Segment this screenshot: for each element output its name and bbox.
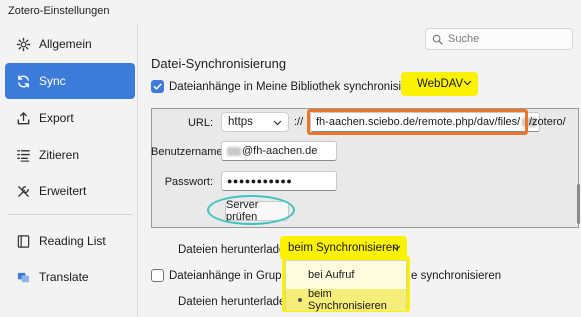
sidebar-item-translate[interactable]: Translate [5,260,135,294]
sidebar-item-export[interactable]: Export [5,101,135,135]
download-options-popup: bei Aufruf beim Synchronisieren [282,256,410,312]
annotation-highlight-verify [207,195,295,225]
sidebar-item-allgemein[interactable]: Allgemein [5,27,135,61]
export-icon [15,110,31,126]
download-option-on-demand[interactable]: bei Aufruf [286,264,406,286]
sidebar-item-label: Sync [39,74,66,88]
annotation-highlight-url [307,109,528,135]
sync-attachments-checkbox[interactable] [151,80,164,93]
window-title: Zotero-Einstellungen [8,5,110,17]
sidebar-item-erweitert[interactable]: Erweitert [5,174,135,208]
gear-icon [15,36,31,52]
groups-sync-label-end: e synchronisieren [411,270,502,282]
url-value-suffix: /zotero/ [529,116,566,128]
username-value: @fh-aachen.de [242,145,318,157]
sidebar-item-label: Reading List [39,234,106,248]
sidebar-item-label: Translate [39,270,89,284]
download-option-at-sync[interactable]: beim Synchronisieren [286,288,406,312]
password-label: Passwort: [164,176,213,188]
sync-icon [15,73,31,89]
protocol-dropdown[interactable]: https [221,112,289,132]
sync-method-value: WebDAV [417,78,464,90]
sidebar: Allgemein Sync Export Zitieren Erweitert… [0,24,138,317]
search-icon [432,34,443,45]
sidebar-item-reading-list[interactable]: Reading List [5,224,135,258]
password-value: ●●●●●●●●●●● [227,176,293,186]
check-icon [153,83,162,90]
chevron-down-icon [463,80,472,86]
selected-dot-icon [298,298,302,302]
sidebar-divider [8,214,132,215]
search-input[interactable]: Suche [425,28,573,50]
username-field[interactable]: @fh-aachen.de [221,141,337,161]
sync-method-dropdown[interactable]: WebDAV [401,72,478,96]
sidebar-item-zitieren[interactable]: Zitieren [5,138,135,172]
main-panel: Suche Datei-Synchronisierung Dateianhäng… [139,24,581,317]
sidebar-item-label: Zitieren [39,148,80,162]
sidebar-item-label: Erweitert [39,184,87,198]
option-label: beim Synchronisieren [308,288,387,312]
download-label: Dateien herunterladen [178,244,292,256]
groups-sync-checkbox[interactable] [151,269,164,282]
url-label: URL: [187,117,213,129]
advanced-icon [15,183,31,199]
cite-icon [15,147,31,163]
groups-sync-label: Dateianhänge in Gruppen [169,270,301,282]
protocol-separator: :// [294,116,304,128]
sidebar-item-label: Allgemein [39,37,92,51]
translate-icon [15,269,31,285]
download-label-2: Dateien herunterladen [178,296,292,308]
sidebar-item-sync[interactable]: Sync [5,63,135,99]
scrollbar[interactable] [577,184,580,224]
sidebar-item-label: Export [39,111,74,125]
option-label: bei Aufruf [308,269,355,281]
chevron-down-icon [273,120,282,126]
search-placeholder: Suche [448,33,480,45]
password-field[interactable]: ●●●●●●●●●●● [221,171,337,191]
popup-list: bei Aufruf beim Synchronisieren [285,260,407,312]
section-title: Datei-Synchronisierung [151,56,287,71]
redacted-text [227,146,241,156]
username-label: Benutzername: [151,146,226,158]
chevron-down-icon [392,245,401,251]
reading-list-icon [15,233,31,249]
title-bar: Zotero-Einstellungen [0,0,581,24]
download-value: beim Synchronisieren [288,242,399,254]
protocol-value: https [228,116,253,128]
